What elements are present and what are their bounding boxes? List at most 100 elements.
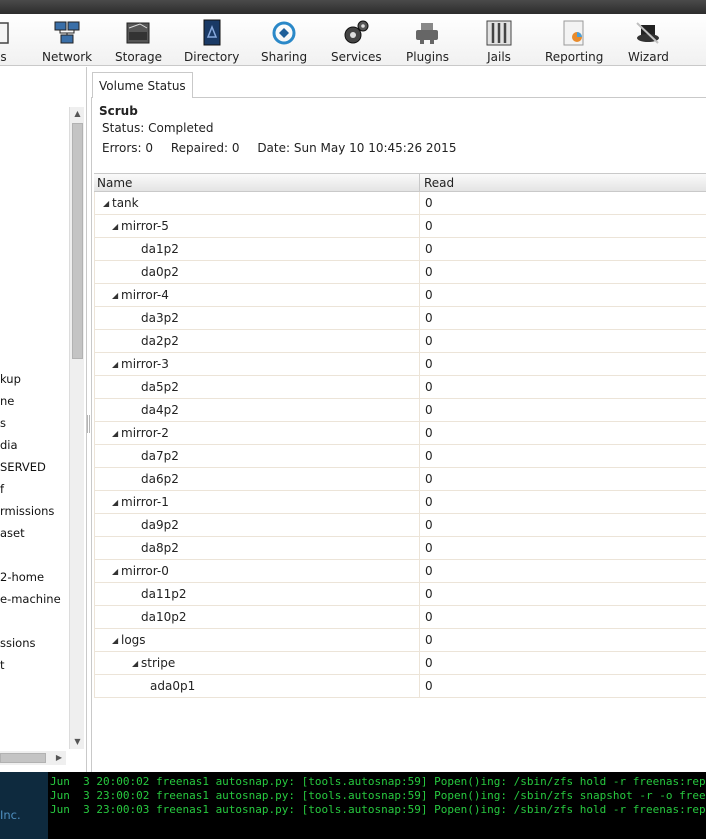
toolbar-wizard[interactable]: Wizard xyxy=(628,18,669,64)
row-name-label: logs xyxy=(121,633,146,647)
table-row[interactable]: ◢ mirror-1 0 xyxy=(94,491,706,514)
tab-volume-status[interactable]: Volume Status xyxy=(92,72,193,99)
table-row[interactable]: ◢ logs 0 xyxy=(94,629,706,652)
scroll-right-arrow-icon[interactable]: ▶ xyxy=(52,751,66,765)
scrub-errors: Errors: 0 xyxy=(102,141,153,155)
expand-caret-icon[interactable]: ◢ xyxy=(132,653,141,675)
row-read-cell: 0 xyxy=(419,606,706,628)
table-row[interactable]: da0p2 0 xyxy=(94,261,706,284)
directory-icon xyxy=(198,18,226,48)
row-name-label: da7p2 xyxy=(141,449,179,463)
expand-caret-icon[interactable]: ◢ xyxy=(112,630,121,652)
tree-item[interactable]: ne xyxy=(0,391,14,411)
row-name-label: da0p2 xyxy=(141,265,179,279)
toolbar-storage[interactable]: Storage xyxy=(115,18,162,64)
row-name-cell: da10p2 xyxy=(132,606,187,628)
row-read-cell: 0 xyxy=(419,238,706,260)
expand-caret-icon[interactable]: ◢ xyxy=(112,285,121,307)
toolbar-reporting[interactable]: Reporting xyxy=(545,18,603,64)
toolbar-network[interactable]: Network xyxy=(42,18,92,64)
toolbar-services[interactable]: Services xyxy=(331,18,382,64)
tree-item[interactable]: kup xyxy=(0,369,21,389)
table-row[interactable]: da5p2 0 xyxy=(94,376,706,399)
table-row[interactable]: da10p2 0 xyxy=(94,606,706,629)
grid-body: ◢ tank 0 ◢ mirror-5 0 da1p2 0 da0p2 0 ◢ mirror-4 0 da… xyxy=(94,192,706,698)
wizard-icon xyxy=(634,18,662,48)
tree-item[interactable]: ssions xyxy=(0,633,36,653)
row-name-cell: ◢ logs xyxy=(112,629,146,652)
table-row[interactable]: da1p2 0 xyxy=(94,238,706,261)
panel-splitter-handle[interactable] xyxy=(87,415,90,433)
row-name-label: da5p2 xyxy=(141,380,179,394)
row-read-cell: 0 xyxy=(419,330,706,352)
log-console: Inc. Jun 3 20:00:02 freenas1 autosnap.py… xyxy=(0,772,706,839)
table-row[interactable]: ◢ mirror-3 0 xyxy=(94,353,706,376)
tree-item[interactable]: rmissions xyxy=(0,501,54,521)
table-row[interactable]: ◢ stripe 0 xyxy=(94,652,706,675)
table-row[interactable]: ◢ mirror-2 0 xyxy=(94,422,706,445)
log-line: Jun 3 20:00:02 freenas1 autosnap.py: [to… xyxy=(50,775,706,788)
table-row[interactable]: da6p2 0 xyxy=(94,468,706,491)
tree-item[interactable]: t xyxy=(0,655,5,675)
expand-caret-icon[interactable]: ◢ xyxy=(103,193,112,215)
tree-vertical-scrollbar[interactable]: ▲ ▼ xyxy=(69,107,84,749)
jails-icon xyxy=(485,18,513,48)
column-header-name[interactable]: Name xyxy=(97,174,132,192)
tree-item[interactable]: SERVED xyxy=(0,457,46,477)
toolbar-jails[interactable]: Jails xyxy=(485,18,513,64)
main-toolbar: ks Network Storage Directory Sharing Ser… xyxy=(0,14,706,66)
toolbar-directory[interactable]: Directory xyxy=(184,18,239,64)
row-name-cell: da7p2 xyxy=(132,445,179,467)
tree-item[interactable]: f xyxy=(0,479,4,499)
scroll-up-arrow-icon[interactable]: ▲ xyxy=(70,107,85,121)
table-row[interactable]: ◢ tank 0 xyxy=(94,192,706,215)
tree-item[interactable]: aset xyxy=(0,523,25,543)
expand-caret-icon[interactable]: ◢ xyxy=(112,492,121,514)
row-name-cell: da2p2 xyxy=(132,330,179,352)
tree-item[interactable]: e-machine xyxy=(0,589,61,609)
scrub-repaired: Repaired: 0 xyxy=(170,141,240,155)
scrub-title: Scrub xyxy=(99,104,138,118)
tree-item[interactable]: 2-home xyxy=(0,567,44,587)
table-row[interactable]: ◢ mirror-4 0 xyxy=(94,284,706,307)
table-row[interactable]: ◢ mirror-0 0 xyxy=(94,560,706,583)
table-row[interactable]: da7p2 0 xyxy=(94,445,706,468)
tree-item[interactable]: s xyxy=(0,413,6,433)
scroll-down-arrow-icon[interactable]: ▼ xyxy=(70,735,85,749)
row-name-label: mirror-5 xyxy=(121,219,169,233)
table-row[interactable]: da2p2 0 xyxy=(94,330,706,353)
log-line: Jun 3 23:00:02 freenas1 autosnap.py: [to… xyxy=(50,789,706,802)
network-icon xyxy=(53,18,81,48)
row-read-cell: 0 xyxy=(419,192,706,214)
scrub-status: Status: Completed xyxy=(102,121,214,135)
table-row[interactable]: ◢ mirror-5 0 xyxy=(94,215,706,238)
grid-header: Name Read xyxy=(94,173,706,192)
plugins-icon xyxy=(413,18,441,48)
row-name-label: da6p2 xyxy=(141,472,179,486)
window-top-bar xyxy=(0,0,706,14)
scrollbar-thumb[interactable] xyxy=(0,753,46,763)
table-row[interactable]: da4p2 0 xyxy=(94,399,706,422)
table-row[interactable]: da9p2 0 xyxy=(94,514,706,537)
table-row[interactable]: da11p2 0 xyxy=(94,583,706,606)
volume-status-panel: Scrub Status: Completed Errors: 0 Repair… xyxy=(91,98,706,772)
row-name-label: da11p2 xyxy=(141,587,187,601)
column-header-read[interactable]: Read xyxy=(419,174,706,192)
toolbar-plugins[interactable]: Plugins xyxy=(406,18,449,64)
expand-caret-icon[interactable]: ◢ xyxy=(112,354,121,376)
table-row[interactable]: da8p2 0 xyxy=(94,537,706,560)
tree-horizontal-scrollbar[interactable]: ▶ xyxy=(0,751,66,765)
table-row[interactable]: da3p2 0 xyxy=(94,307,706,330)
table-row[interactable]: ada0p1 0 xyxy=(94,675,706,698)
row-name-label: da8p2 xyxy=(141,541,179,555)
expand-caret-icon[interactable]: ◢ xyxy=(112,561,121,583)
toolbar-tasks[interactable]: ks xyxy=(0,18,14,64)
row-name-cell: da4p2 xyxy=(132,399,179,421)
row-name-label: da10p2 xyxy=(141,610,187,624)
scrollbar-thumb[interactable] xyxy=(72,123,83,359)
toolbar-sharing[interactable]: Sharing xyxy=(261,18,307,64)
row-read-cell: 0 xyxy=(419,307,706,329)
expand-caret-icon[interactable]: ◢ xyxy=(112,423,121,445)
tree-item[interactable]: dia xyxy=(0,435,18,455)
expand-caret-icon[interactable]: ◢ xyxy=(112,216,121,238)
